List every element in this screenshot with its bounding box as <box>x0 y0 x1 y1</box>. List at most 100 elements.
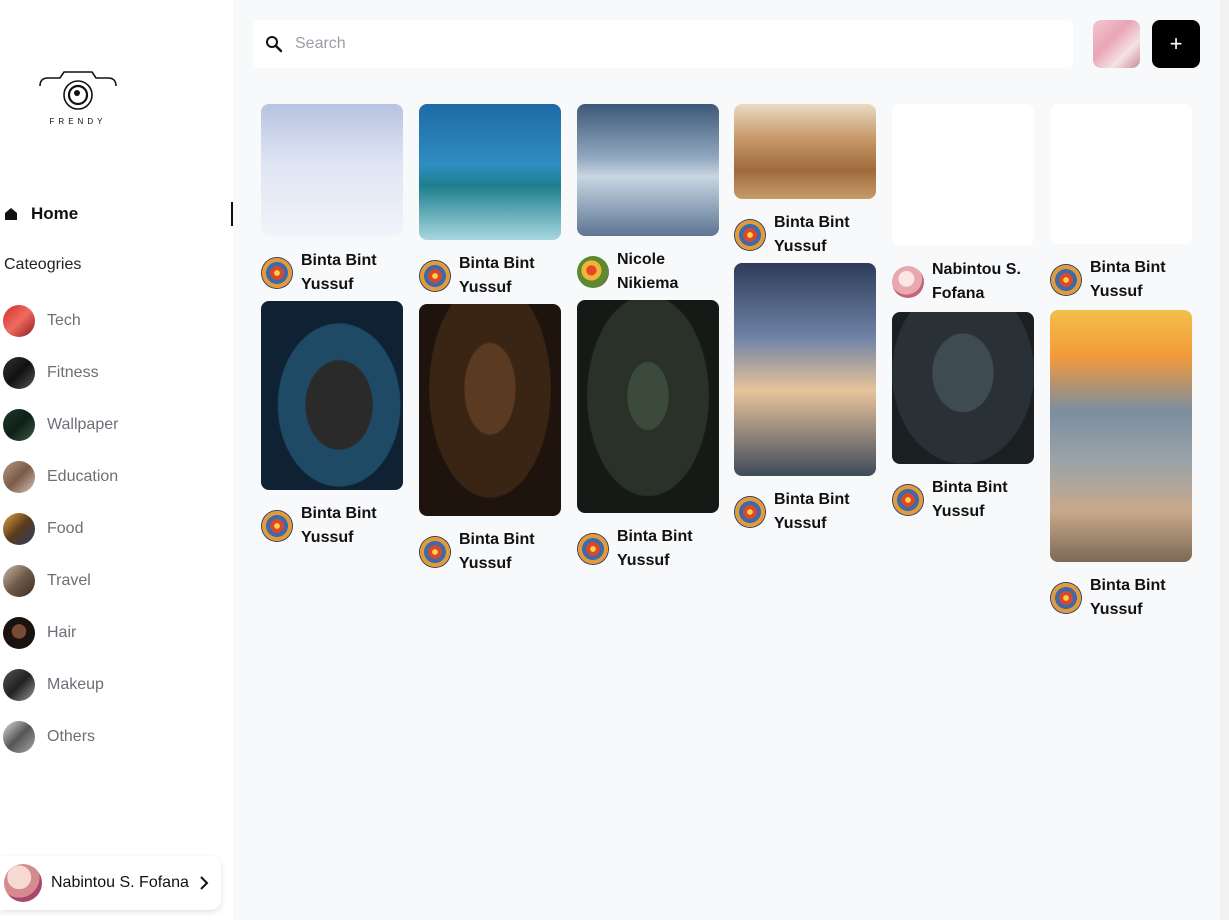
chevron-right-icon <box>200 876 209 890</box>
category-item-wallpaper[interactable]: Wallpaper <box>3 399 118 451</box>
pin-card[interactable]: Binta Bint Yussuf <box>419 304 561 576</box>
pin-card[interactable]: Binta Bint Yussuf <box>734 104 876 259</box>
category-label: Makeup <box>47 676 104 693</box>
pin-author[interactable]: Binta Bint Yussuf <box>734 211 876 259</box>
author-name: Binta Bint Yussuf <box>774 214 850 255</box>
pin-card[interactable]: Binta Bint Yussuf <box>577 300 719 573</box>
avatar <box>734 496 766 528</box>
pin-author[interactable]: Binta Bint Yussuf <box>1050 574 1192 622</box>
pin-card[interactable]: Binta Bint Yussuf <box>419 104 561 300</box>
category-item-makeup[interactable]: Makeup <box>3 659 118 711</box>
pin-image[interactable] <box>261 104 403 237</box>
pin-card[interactable]: Binta Bint Yussuf <box>261 301 403 550</box>
pin-card[interactable]: Binta Bint Yussuf <box>734 263 876 536</box>
pin-card[interactable]: Nabintou S. Fofana <box>892 104 1034 306</box>
avatar <box>1050 582 1082 614</box>
category-label: Travel <box>47 572 91 589</box>
author-name: Binta Bint Yussuf <box>459 255 535 296</box>
pin-card[interactable]: Binta Bint Yussuf <box>1050 310 1192 622</box>
pin-image[interactable] <box>1050 104 1192 244</box>
author-name: Binta Bint Yussuf <box>1090 259 1166 300</box>
profile-name: Nabintou S. Fofana <box>51 874 189 891</box>
search-input[interactable] <box>293 34 1057 54</box>
search-bar <box>253 20 1073 68</box>
avatar <box>577 533 609 565</box>
categories-title: Cateogries <box>4 256 82 273</box>
avatar <box>261 510 293 542</box>
plus-icon: + <box>1169 31 1183 56</box>
author-name: Binta Bint Yussuf <box>932 479 1008 520</box>
pin-author[interactable]: Nicole Nikiema <box>577 248 719 296</box>
pin-image[interactable] <box>577 104 719 236</box>
avatar <box>261 257 293 289</box>
home-icon <box>5 208 17 220</box>
avatar <box>577 256 609 288</box>
pin-image[interactable] <box>1050 310 1192 562</box>
pin-card[interactable]: Binta Bint Yussuf <box>892 312 1034 524</box>
nav-home-label: Home <box>31 204 79 223</box>
pin-image[interactable] <box>419 104 561 240</box>
scrollbar[interactable] <box>1220 0 1229 920</box>
pin-card[interactable]: Nicole Nikiema <box>577 104 719 296</box>
category-thumb <box>3 669 35 701</box>
nav-home[interactable]: Home <box>0 200 233 228</box>
author-name: Binta Bint Yussuf <box>617 528 693 569</box>
category-thumb <box>3 461 35 493</box>
avatar <box>419 260 451 292</box>
category-item-fitness[interactable]: Fitness <box>3 347 118 399</box>
author-name: Nicole Nikiema <box>617 251 679 292</box>
pin-author[interactable]: Binta Bint Yussuf <box>892 476 1034 524</box>
author-name: Binta Bint Yussuf <box>774 491 850 532</box>
category-item-food[interactable]: Food <box>3 503 118 555</box>
pin-author[interactable]: Binta Bint Yussuf <box>419 528 561 576</box>
pin-author[interactable]: Binta Bint Yussuf <box>734 488 876 536</box>
category-item-travel[interactable]: Travel <box>3 555 118 607</box>
category-label: Hair <box>47 624 77 641</box>
pin-card[interactable]: Binta Bint Yussuf <box>261 104 403 297</box>
category-thumb <box>3 305 35 337</box>
avatar <box>1050 264 1082 296</box>
category-item-others[interactable]: Others <box>3 711 118 763</box>
pin-card[interactable]: Binta Bint Yussuf <box>1050 104 1192 304</box>
pin-image[interactable] <box>892 104 1034 246</box>
category-label: Others <box>47 728 96 745</box>
category-item-hair[interactable]: Hair <box>3 607 118 659</box>
category-thumb <box>3 721 35 753</box>
brand-logo[interactable]: FRENDY <box>36 68 120 130</box>
camera-logo-icon <box>39 71 117 110</box>
search-icon <box>266 36 283 53</box>
category-thumb <box>3 617 35 649</box>
add-pin-button[interactable]: + <box>1152 20 1200 68</box>
pin-author[interactable]: Binta Bint Yussuf <box>261 249 403 297</box>
pin-author[interactable]: Nabintou S. Fofana <box>892 258 1034 306</box>
pin-author[interactable]: Binta Bint Yussuf <box>419 252 561 300</box>
category-list: Tech Fitness Wallpaper Education Food Tr… <box>3 295 118 763</box>
category-label: Education <box>47 468 119 485</box>
pin-image[interactable] <box>577 300 719 513</box>
user-avatar-button[interactable] <box>1093 20 1140 68</box>
category-label: Fitness <box>47 364 99 381</box>
pin-author[interactable]: Binta Bint Yussuf <box>577 525 719 573</box>
pin-image[interactable] <box>734 263 876 476</box>
avatar <box>892 266 924 298</box>
pin-author[interactable]: Binta Bint Yussuf <box>261 502 403 550</box>
pin-image[interactable] <box>734 104 876 199</box>
category-item-tech[interactable]: Tech <box>3 295 118 347</box>
pin-image[interactable] <box>419 304 561 516</box>
category-thumb <box>3 357 35 389</box>
category-label: Wallpaper <box>47 416 119 433</box>
category-item-education[interactable]: Education <box>3 451 118 503</box>
pin-image[interactable] <box>892 312 1034 464</box>
category-thumb <box>3 565 35 597</box>
pin-image[interactable] <box>261 301 403 490</box>
pin-author[interactable]: Binta Bint Yussuf <box>1050 256 1192 304</box>
category-label: Food <box>47 520 84 537</box>
profile-menu[interactable]: Nabintou S. Fofana <box>0 856 221 910</box>
active-indicator <box>231 202 233 226</box>
author-name: Nabintou S. Fofana <box>932 261 1021 302</box>
category-thumb <box>3 513 35 545</box>
avatar <box>734 219 766 251</box>
avatar <box>419 536 451 568</box>
category-label: Tech <box>47 312 81 329</box>
author-name: Binta Bint Yussuf <box>1090 577 1166 618</box>
